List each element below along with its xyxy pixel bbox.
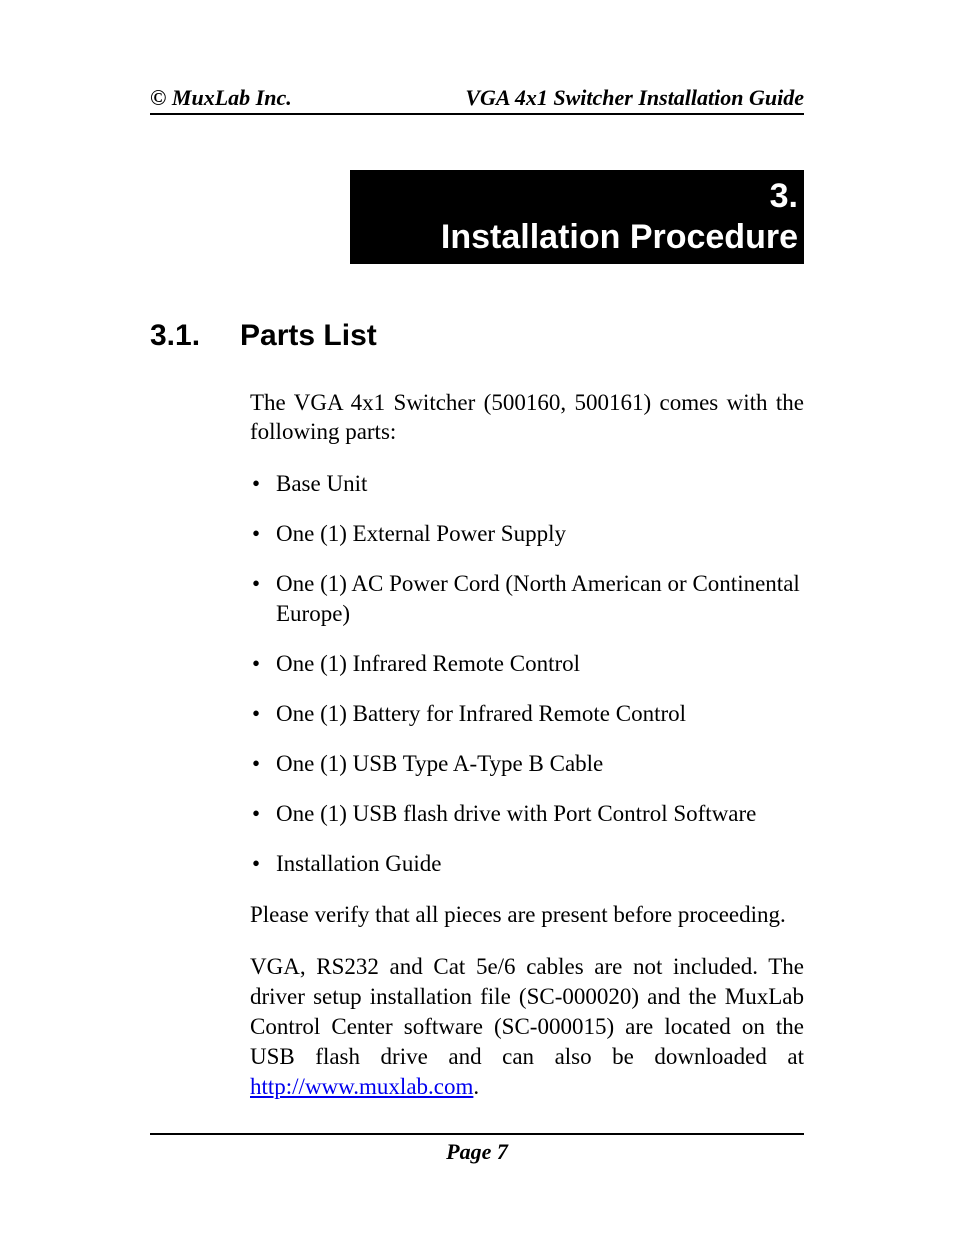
header-copyright: © MuxLab Inc. (150, 85, 292, 111)
header-doc-title: VGA 4x1 Switcher Installation Guide (465, 85, 804, 111)
list-item: One (1) Infrared Remote Control (250, 649, 804, 679)
intro-paragraph: The VGA 4x1 Switcher (500160, 500161) co… (250, 388, 804, 448)
list-item: One (1) External Power Supply (250, 519, 804, 549)
muxlab-link[interactable]: http://www.muxlab.com (250, 1074, 473, 1099)
body-content: The VGA 4x1 Switcher (500160, 500161) co… (250, 388, 804, 1102)
note-paragraph: VGA, RS232 and Cat 5e/6 cables are not i… (250, 952, 804, 1101)
section-title: Parts List (240, 319, 377, 353)
section-heading: 3.1. Parts List (150, 319, 804, 353)
list-item: One (1) AC Power Cord (North American or… (250, 569, 804, 629)
chapter-title: Installation Procedure (356, 217, 798, 258)
list-item: Base Unit (250, 469, 804, 499)
page-header: © MuxLab Inc. VGA 4x1 Switcher Installat… (150, 85, 804, 115)
chapter-number: 3. (356, 176, 798, 217)
list-item: One (1) Battery for Infrared Remote Cont… (250, 699, 804, 729)
page-footer: Page 7 (150, 1133, 804, 1165)
verify-paragraph: Please verify that all pieces are presen… (250, 900, 804, 930)
section-number: 3.1. (150, 319, 200, 353)
note-text-pre: VGA, RS232 and Cat 5e/6 cables are not i… (250, 954, 804, 1069)
list-item: Installation Guide (250, 849, 804, 879)
page-number: Page 7 (150, 1133, 804, 1165)
list-item: One (1) USB Type A-Type B Cable (250, 749, 804, 779)
chapter-heading: 3. Installation Procedure (350, 170, 804, 264)
note-text-post: . (473, 1074, 479, 1099)
list-item: One (1) USB flash drive with Port Contro… (250, 799, 804, 829)
parts-list: Base Unit One (1) External Power Supply … (250, 469, 804, 878)
